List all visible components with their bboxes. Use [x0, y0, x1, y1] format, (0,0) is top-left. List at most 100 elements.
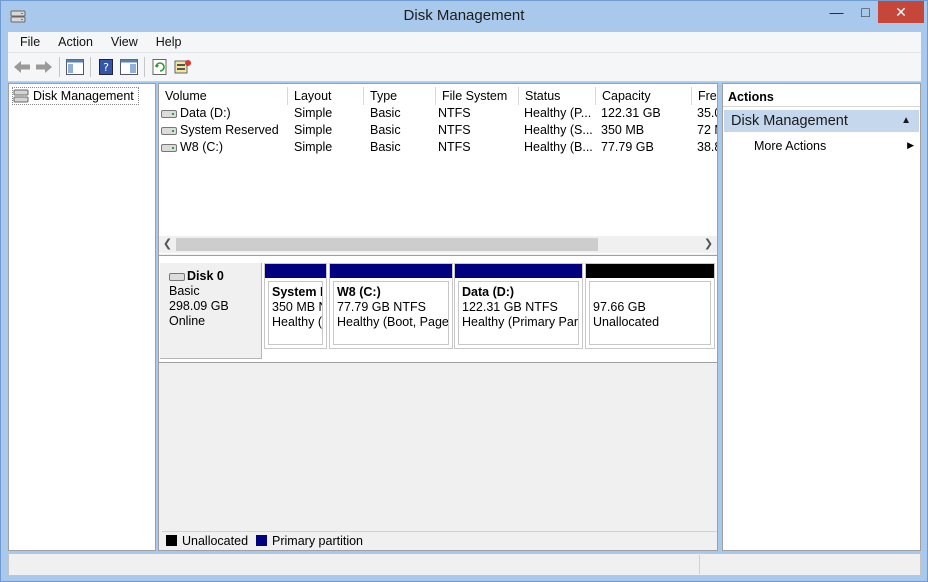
partition-name: Data (D:)	[462, 285, 515, 299]
primary-partition-bar	[265, 264, 326, 278]
menu-file[interactable]: File	[8, 35, 47, 49]
menu-action[interactable]: Action	[47, 35, 100, 49]
refresh-icon[interactable]	[150, 57, 170, 77]
table-row[interactable]: W8 (C:) Simple Basic NTFS Healthy (B... …	[159, 139, 717, 156]
partition-name	[593, 285, 707, 300]
svg-text:?: ?	[103, 61, 109, 74]
unallocated-bar	[586, 264, 714, 278]
toolbar-separator	[90, 57, 91, 77]
disk-management-icon	[13, 89, 29, 103]
disk-size: 298.09 GB	[169, 299, 229, 313]
maximize-button[interactable]: □	[851, 1, 880, 23]
volume-icon	[161, 143, 177, 152]
status-bar-divider	[699, 555, 700, 574]
toolbar-separator	[59, 57, 60, 77]
actions-section-disk-management[interactable]: Disk Management ▲	[724, 110, 919, 132]
scroll-left-icon[interactable]: ❮	[159, 236, 176, 253]
forward-arrow-icon[interactable]	[34, 57, 54, 77]
scrollbar-thumb[interactable]	[176, 238, 598, 251]
disk-kind: Basic	[169, 284, 200, 298]
menu-view[interactable]: View	[100, 35, 145, 49]
volume-status: Healthy (P...	[524, 106, 592, 120]
volume-list: Volume Layout Type File System Status Ca…	[159, 84, 717, 254]
tree-item-disk-management[interactable]: Disk Management	[12, 87, 139, 105]
status-bar	[8, 553, 921, 576]
volume-free: 35.0	[697, 106, 717, 120]
volume-status: Healthy (S...	[524, 123, 593, 137]
primary-partition-bar	[330, 264, 452, 278]
rescan-disks-icon[interactable]	[173, 57, 193, 77]
help-icon[interactable]: ?	[96, 57, 116, 77]
column-header-free[interactable]: Free	[692, 87, 717, 105]
toolbar-separator	[144, 57, 145, 77]
disk-state: Online	[169, 314, 206, 328]
volume-capacity: 77.79 GB	[601, 140, 654, 154]
partition-name: W8 (C:)	[337, 285, 381, 299]
back-arrow-icon[interactable]	[12, 57, 32, 77]
partition-w8-c[interactable]: W8 (C:) 77.79 GB NTFS Healthy (Boot, Pag…	[329, 263, 453, 349]
volume-file-system: NTFS	[438, 140, 471, 154]
volume-icon	[161, 109, 177, 118]
actions-pane: Actions Disk Management ▲ More Actions ▶	[722, 83, 921, 551]
partition-status: Healthy (	[272, 315, 323, 329]
legend: Unallocated Primary partition	[162, 531, 717, 549]
column-header-capacity[interactable]: Capacity	[596, 87, 692, 105]
volume-free: 38.8	[697, 140, 717, 154]
disk-name: Disk 0	[187, 269, 224, 283]
disk-graphical-view: Disk 0 Basic 298.09 GB Online System R 3…	[159, 255, 717, 363]
partition-unallocated[interactable]: 97.66 GB Unallocated	[585, 263, 715, 349]
volume-layout: Simple	[294, 123, 333, 137]
legend-label-primary: Primary partition	[272, 533, 364, 548]
collapse-up-icon[interactable]: ▲	[901, 115, 911, 126]
volume-type: Basic	[370, 123, 401, 137]
partition-status: Healthy (Boot, Page	[337, 315, 449, 329]
menu-help[interactable]: Help	[145, 35, 189, 49]
column-header-type[interactable]: Type	[364, 87, 436, 105]
volume-capacity: 122.31 GB	[601, 106, 661, 120]
center-pane: Volume Layout Type File System Status Ca…	[158, 83, 718, 551]
more-actions-item[interactable]: More Actions ▶	[754, 139, 914, 153]
actions-section-label: Disk Management	[731, 113, 848, 129]
table-row[interactable]: System Reserved Simple Basic NTFS Health…	[159, 122, 717, 139]
volume-capacity: 350 MB	[601, 123, 645, 137]
volume-icon	[161, 126, 177, 135]
minimize-button[interactable]: —	[822, 1, 851, 23]
table-row[interactable]: Data (D:) Simple Basic NTFS Healthy (P..…	[159, 105, 717, 122]
volume-list-header: Volume Layout Type File System Status Ca…	[159, 87, 717, 105]
horizontal-scrollbar[interactable]: ❮ ❯	[159, 236, 717, 253]
disk-icon	[169, 272, 185, 281]
disk-management-window: Disk Management — □ ✕ File Action View H…	[0, 0, 928, 582]
window-title: Disk Management	[403, 7, 525, 24]
close-button[interactable]: ✕	[878, 1, 924, 23]
column-header-status[interactable]: Status	[519, 87, 596, 105]
primary-partition-bar	[455, 264, 582, 278]
partition-size: 97.66 GB	[593, 300, 646, 314]
console-tree-icon[interactable]	[119, 57, 139, 77]
volume-file-system: NTFS	[438, 106, 471, 120]
console-tree-pane: Disk Management	[8, 83, 156, 551]
legend-swatch-unallocated	[166, 535, 177, 546]
title-bar[interactable]: Disk Management — □ ✕	[1, 1, 927, 32]
volume-status: Healthy (B...	[524, 140, 593, 154]
volume-type: Basic	[370, 140, 401, 154]
partition-size: 77.79 GB NTFS	[337, 300, 426, 314]
partition-status: Healthy (Primary Parti	[462, 315, 579, 329]
partition-system-reserved[interactable]: System R 350 MB N Healthy (	[264, 263, 327, 349]
volume-free: 72 M	[697, 123, 717, 137]
partition-data-d[interactable]: Data (D:) 122.31 GB NTFS Healthy (Primar…	[454, 263, 583, 349]
disk-0-label[interactable]: Disk 0 Basic 298.09 GB Online	[160, 263, 262, 359]
partition-status: Unallocated	[593, 315, 660, 329]
partition-name: System R	[272, 285, 322, 299]
column-header-volume[interactable]: Volume	[159, 87, 288, 105]
scroll-right-icon[interactable]: ❯	[700, 236, 717, 253]
volume-name: W8 (C:)	[180, 140, 224, 154]
actions-header: Actions	[723, 84, 920, 107]
column-header-layout[interactable]: Layout	[288, 87, 364, 105]
partition-size: 122.31 GB NTFS	[462, 300, 558, 314]
volume-layout: Simple	[294, 140, 333, 154]
tree-item-label: Disk Management	[33, 89, 134, 103]
legend-label-unallocated: Unallocated	[182, 533, 249, 548]
column-header-file-system[interactable]: File System	[436, 87, 519, 105]
show-hide-tree-icon[interactable]	[65, 57, 85, 77]
legend-swatch-primary	[256, 535, 268, 546]
